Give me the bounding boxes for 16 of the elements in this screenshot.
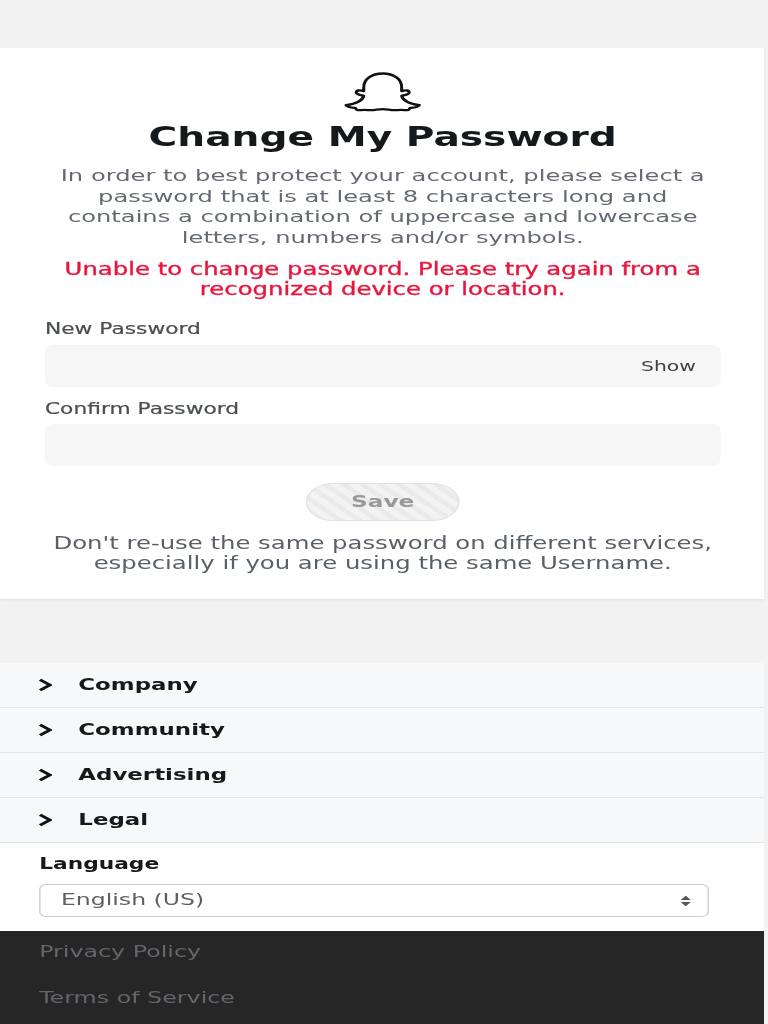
field-label: New Password [44,319,202,339]
error-message: Unable to change password. Please try again from a recognized device or location. [63,259,702,299]
accordion-item[interactable]: Community [0,708,764,753]
language-select[interactable]: English (US) [39,884,709,917]
show-button[interactable]: Show [641,356,696,376]
ghost-icon [343,72,422,112]
intro-text: In order to best protect your account, please select a password that is at least 8 characters long and contains a combination of uppercase and lowercase letters, numbers and/or symbols. [59,165,706,247]
note-text: Don't re-use the same password on different services, especially if you are using the same Username. [52,533,713,573]
accordion-item[interactable]: Company [0,663,764,708]
up-down-arrows-icon [679,894,692,907]
accordion-item[interactable]: Legal [0,798,764,843]
accordion-item[interactable]: Advertising [0,753,764,798]
page-title: Change My Password [147,121,618,153]
language-label: Language [39,854,161,874]
field-label: Confirm Password [44,399,241,419]
password-field[interactable]: Show [44,345,721,387]
